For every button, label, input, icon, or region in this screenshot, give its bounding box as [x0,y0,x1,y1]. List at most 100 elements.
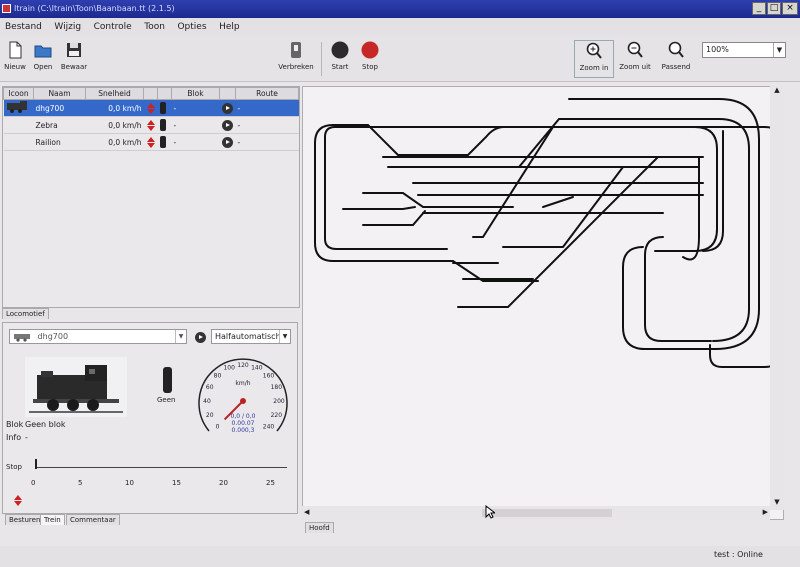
loco-block: - [171,99,220,117]
table-row[interactable]: dhg700 0,0 km/h - - [3,99,299,117]
col-icon[interactable]: Icoon [3,87,34,100]
loco-route: - [235,116,299,134]
tab-locomotief[interactable]: Locomotief [2,308,49,319]
loco-photo [25,357,127,417]
direction-icon[interactable] [143,133,158,151]
zoom-in-label: Zoom in [579,64,609,72]
maximize-button[interactable]: □ [767,2,781,15]
zoom-out-button[interactable]: Zoom uit [615,40,655,71]
gauge-unit: km/h [235,380,250,387]
gauge-tick-label: 140 [251,365,263,372]
scroll-up-icon[interactable]: ▲ [770,86,784,98]
scroll-left-icon[interactable]: ◀ [304,508,309,516]
close-button[interactable]: × [782,2,798,15]
save-disk-icon [67,43,81,57]
horizontal-scrollbar[interactable]: ◀ ▶ [302,506,770,520]
scroll-thumb[interactable] [482,509,612,517]
tab-trein[interactable]: Trein [40,514,65,525]
tab-hoofd[interactable]: Hoofd [305,522,334,533]
loco-speed: 0,0 km/h [85,116,144,134]
track-lines [314,98,785,368]
col-play[interactable] [219,87,236,100]
loco-block: - [171,133,220,151]
gauge-tick-label: 180 [271,384,283,391]
table-row[interactable]: Zebra 0,0 km/h - - [3,116,299,134]
direction-icon[interactable] [143,116,158,134]
start-label: Start [331,63,349,71]
gauge-tick-label: 240 [263,424,275,431]
tab-besturen[interactable]: Besturen [5,514,45,525]
menu-help[interactable]: Help [214,18,245,36]
scroll-right-icon[interactable]: ▶ [763,508,768,516]
minimize-button[interactable]: _ [752,2,766,15]
gauge-readout-3: 0.000,3 [232,427,255,434]
menu-opties[interactable]: Opties [172,18,211,36]
loco-list-panel: Icoon Naam Snelheid Blok Route dhg700 0,… [2,86,300,308]
zoom-select[interactable]: 100% ▼ [702,42,786,58]
gauge-tick-label: 220 [271,412,283,419]
signal-icon [157,99,172,117]
gauge-tick-label: 60 [206,384,214,391]
fit-label: Passend [661,63,691,71]
col-signal[interactable] [157,87,172,100]
col-route[interactable]: Route [235,87,299,100]
control-panel: dhg700 ▼ Halfautomatisch ▼ Geen Blok Gee… [2,322,298,514]
col-speed[interactable]: Snelheid [85,87,144,100]
loco-thumbnail [3,116,34,134]
loco-thumbnail [3,133,34,151]
stop-button[interactable]: Stop [350,40,390,71]
blok-label: Blok [6,420,24,429]
save-button[interactable]: Bewaar [54,40,94,71]
loco-select[interactable]: dhg700 ▼ [9,329,187,344]
signal-icon [157,133,172,151]
menu-toon[interactable]: Toon [139,18,170,36]
zoom-in-icon [586,42,602,59]
info-label: Info [6,433,22,442]
chevron-down-icon[interactable]: ▼ [279,330,290,343]
scale-tick-label: 20 [219,479,228,487]
col-block[interactable]: Blok [171,87,220,100]
play-icon[interactable] [195,332,206,343]
loco-select-value: dhg700 [37,332,69,341]
col-direction[interactable] [143,87,158,100]
menu-bestand[interactable]: Bestand [0,18,47,36]
chevron-down-icon[interactable]: ▼ [175,330,186,343]
loco-speed: 0,0 km/h [85,99,144,117]
scale-tick-label: 25 [266,479,275,487]
chevron-down-icon[interactable]: ▼ [773,43,785,57]
tab-commentaar[interactable]: Commentaar [66,514,120,525]
scroll-down-icon[interactable]: ▼ [770,498,784,510]
switch-icon [291,42,301,58]
window-title: Itrain (C:\Itrain\Toon\Baanbaan.tt (2.1.… [14,4,175,13]
zoom-fit-icon [668,41,684,58]
fit-button[interactable]: Passend [656,40,696,71]
scale-tick-label: 0 [31,479,36,487]
speed-slider-track[interactable] [35,467,287,468]
table-row[interactable]: Railion 0,0 km/h - - [3,133,299,151]
menu-wijzig[interactable]: Wijzig [49,18,86,36]
signal-icon [163,367,172,393]
play-icon[interactable] [219,133,236,151]
loco-route: - [235,133,299,151]
gauge-tick-label: 200 [273,398,285,405]
disconnect-button[interactable]: Verbreken [276,40,316,71]
play-icon[interactable] [219,99,236,117]
mode-select[interactable]: Halfautomatisch ▼ [211,329,291,344]
zoom-out-icon [627,41,643,58]
speed-slider-thumb[interactable] [35,459,37,469]
track-canvas[interactable] [302,86,785,520]
zoom-value: 100% [706,45,729,54]
title-bar: Itrain (C:\Itrain\Toon\Baanbaan.tt (2.1.… [0,0,800,18]
vertical-scrollbar[interactable]: ▲ ▼ [770,86,784,510]
direction-toggle-icon[interactable] [13,495,22,506]
play-icon[interactable] [219,116,236,134]
menu-controle[interactable]: Controle [89,18,137,36]
loco-small-icon [14,333,30,342]
track-layout[interactable] [303,87,785,507]
zoom-in-button[interactable]: Zoom in [574,40,614,78]
gauge-hub [240,398,246,404]
direction-icon[interactable] [143,99,158,117]
menu-bar: Bestand Wijzig Controle Toon Opties Help [0,18,800,36]
col-name[interactable]: Naam [33,87,86,100]
toolbar: Nieuw Open Bewaar Verbreken Start Stop Z… [0,36,800,82]
